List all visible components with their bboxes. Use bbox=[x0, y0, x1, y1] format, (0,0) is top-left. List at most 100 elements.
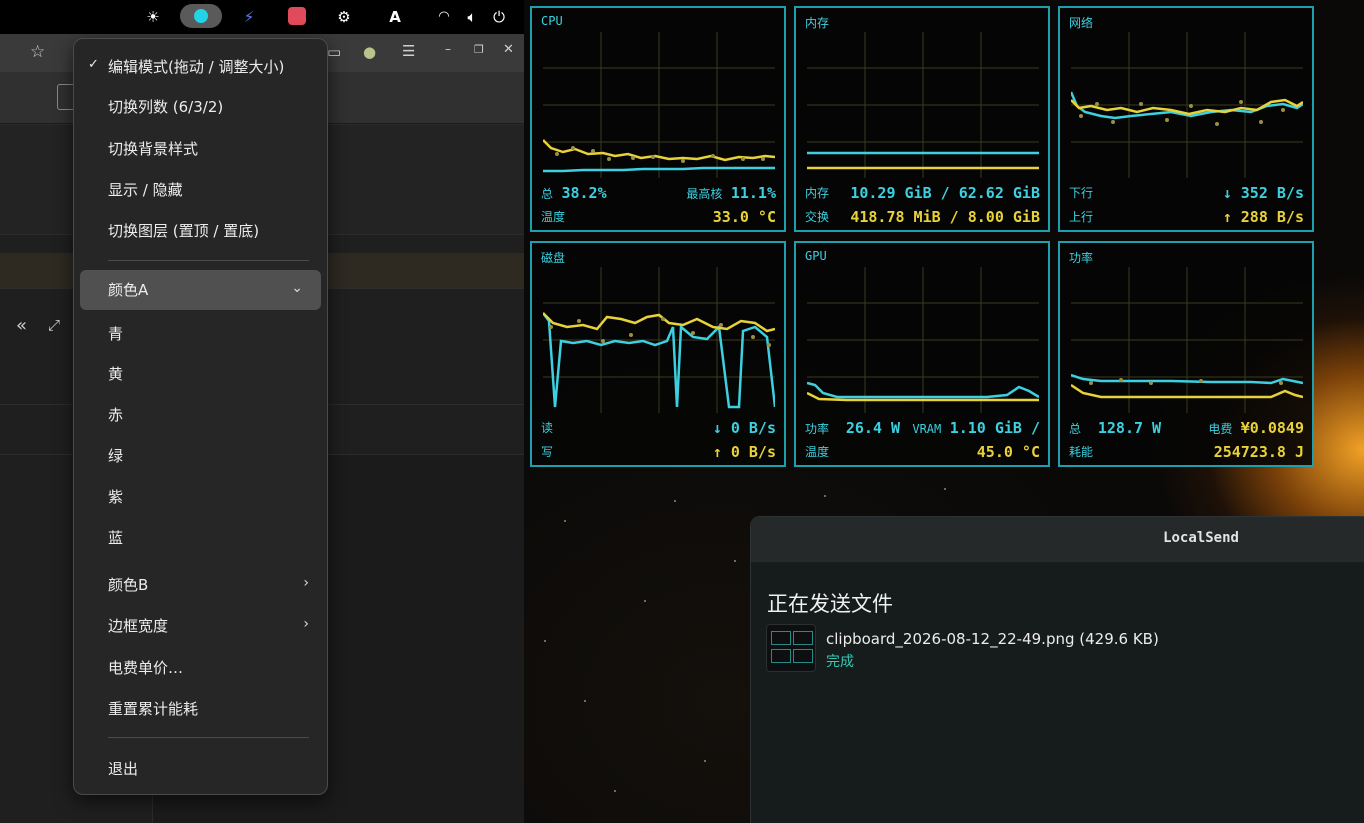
menu-item-color-a[interactable]: 颜色A ⌄ bbox=[80, 270, 321, 310]
power-energy-row: 耗能 254723.8 J bbox=[1069, 443, 1304, 463]
disk-chart bbox=[543, 267, 775, 413]
menu-item-price[interactable]: 电费单价… bbox=[108, 656, 183, 680]
chevron-down-icon: ⌄ bbox=[291, 280, 303, 296]
swap-row: 交换 418.78 MiB / 8.00 GiB bbox=[805, 208, 1040, 228]
network-panel[interactable]: 网络 下行 ↓ 352 B/s 上行 ↑ 288 B/s bbox=[1058, 6, 1314, 232]
menu-item-reset-energy[interactable]: 重置累计能耗 bbox=[108, 697, 198, 721]
collapse-left-icon[interactable]: « bbox=[16, 315, 27, 336]
cpu-panel[interactable]: CPU 总 38.2% 最高核 11.1% 温度 33.0 °C bbox=[530, 6, 786, 232]
disk-panel[interactable]: 磁盘 读 ↓ 0 B/s 写 ↑ 0 B/s bbox=[530, 241, 786, 467]
chart-grid bbox=[807, 32, 1039, 178]
power-total-value: 128.7 W bbox=[1097, 419, 1162, 437]
menu-item-quit[interactable]: 退出 bbox=[108, 757, 138, 781]
localsend-window: LocalSend 正在发送文件 clipboard_2026-08-12_22… bbox=[750, 516, 1364, 823]
menu-item-bg-style[interactable]: 切换背景样式 bbox=[108, 137, 198, 161]
power-icon[interactable]: ⏻ bbox=[488, 6, 510, 28]
menu-item-border-width[interactable]: 边框宽度 › bbox=[74, 613, 327, 639]
toggle-icon[interactable] bbox=[180, 4, 222, 28]
volume-icon[interactable]: 🔈︎ bbox=[461, 6, 483, 28]
wifi-icon[interactable]: ◠ bbox=[433, 6, 455, 28]
gpu-vram-label: VRAM bbox=[912, 422, 942, 436]
cpu-total-label: 总 bbox=[541, 187, 554, 201]
power-energy-value: 254723.8 J bbox=[1213, 443, 1304, 461]
disk-read-label: 读 bbox=[541, 421, 554, 435]
cpu-max-core-label: 最高核 bbox=[686, 187, 723, 201]
gpu-temp-row: 温度 45.0 °C bbox=[805, 443, 1040, 463]
network-up-label: 上行 bbox=[1069, 210, 1094, 224]
cpu-temp-value: 33.0 °C bbox=[712, 208, 776, 226]
network-chart bbox=[1071, 32, 1303, 178]
localsend-title: LocalSend bbox=[1163, 530, 1239, 546]
gpu-panel[interactable]: GPU 功率 26.4 W VRAM 1.10 GiB / 温度 45.0 °C bbox=[794, 241, 1050, 467]
feather-icon[interactable]: ⚡ bbox=[238, 6, 260, 28]
menu-separator bbox=[108, 260, 309, 261]
disk-write-value: ↑ 0 B/s bbox=[712, 443, 776, 461]
gpu-power-value: 26.4 W bbox=[845, 419, 901, 437]
star-icon[interactable]: ☆ bbox=[30, 42, 45, 62]
close-icon[interactable]: ✕ bbox=[503, 42, 514, 57]
disk-write-row: 写 ↑ 0 B/s bbox=[541, 443, 776, 463]
chevron-right-icon: › bbox=[303, 575, 309, 591]
menu-item-columns[interactable]: 切换列数 (6/3/2) bbox=[108, 95, 223, 119]
minimize-icon[interactable]: – bbox=[445, 42, 451, 56]
maximize-icon[interactable]: ❐ bbox=[474, 43, 484, 56]
extension-icon[interactable]: ● bbox=[363, 43, 376, 61]
submenu-item-blue[interactable]: 蓝 bbox=[108, 526, 123, 550]
file-thumbnail bbox=[766, 624, 816, 672]
disk-read-row: 读 ↓ 0 B/s bbox=[541, 419, 776, 439]
power-total-row: 总 128.7 W 电费 ¥0.0849 bbox=[1069, 419, 1304, 439]
chevron-right-icon: › bbox=[303, 616, 309, 632]
power-chart bbox=[1071, 267, 1303, 413]
memory-panel[interactable]: 内存 内存 10.29 GiB / 62.62 GiB 交换 418.78 Mi… bbox=[794, 6, 1050, 232]
disk-write-label: 写 bbox=[541, 445, 554, 459]
gpu-power-label: 功率 bbox=[805, 422, 830, 436]
power-energy-label: 耗能 bbox=[1069, 445, 1094, 459]
localsend-heading: 正在发送文件 bbox=[767, 592, 893, 616]
cpu-temp-label: 温度 bbox=[541, 210, 566, 224]
menu-item-color-b[interactable]: 颜色B › bbox=[74, 572, 327, 598]
menu-item-edit-mode[interactable]: 编辑模式(拖动 / 调整大小) bbox=[108, 55, 284, 79]
submenu-item-purple[interactable]: 紫 bbox=[108, 485, 123, 509]
memory-panel-title: 内存 bbox=[805, 16, 830, 30]
reader-icon[interactable]: ▭ bbox=[327, 43, 341, 61]
menu-item-layer[interactable]: 切换图层 (置顶 / 置底) bbox=[108, 219, 259, 243]
brightness-icon[interactable]: ☀ bbox=[142, 6, 164, 28]
file-name: clipboard_2026-08-12_22-49.png (429.6 KB… bbox=[826, 630, 1159, 648]
network-down-label: 下行 bbox=[1069, 186, 1094, 200]
network-panel-title: 网络 bbox=[1069, 16, 1094, 30]
disk-read-value: ↓ 0 B/s bbox=[712, 419, 776, 437]
hamburger-menu-icon[interactable]: ☰ bbox=[402, 42, 415, 60]
gpu-panel-title: GPU bbox=[805, 249, 827, 263]
power-cost-value: ¥0.0849 bbox=[1240, 419, 1304, 437]
expand-icon[interactable]: ⤢ bbox=[48, 316, 60, 334]
menu-item-toggle-visibility[interactable]: 显示 / 隐藏 bbox=[108, 178, 183, 202]
menu-item-color-b-label: 颜色B bbox=[108, 576, 149, 594]
submenu-item-cyan[interactable]: 青 bbox=[108, 322, 123, 346]
gpu-temp-value: 45.0 °C bbox=[976, 443, 1040, 461]
cpu-total-value: 38.2% bbox=[561, 184, 607, 202]
swap-label: 交换 bbox=[805, 210, 830, 224]
localsend-titlebar[interactable]: LocalSend bbox=[751, 517, 1364, 563]
cpu-row-total: 总 38.2% 最高核 11.1% bbox=[541, 184, 776, 204]
file-status: 完成 bbox=[826, 654, 854, 670]
memory-row: 内存 10.29 GiB / 62.62 GiB bbox=[805, 184, 1040, 204]
font-a-icon[interactable]: A bbox=[384, 6, 406, 28]
network-up-row: 上行 ↑ 288 B/s bbox=[1069, 208, 1304, 228]
power-panel-title: 功率 bbox=[1069, 251, 1094, 265]
cpu-row-temp: 温度 33.0 °C bbox=[541, 208, 776, 228]
app-red-icon[interactable] bbox=[288, 7, 306, 25]
chart-grid bbox=[807, 267, 1039, 413]
power-panel[interactable]: 功率 总 128.7 W 电费 ¥0.0849 耗能 254723.8 J bbox=[1058, 241, 1314, 467]
menu-separator bbox=[108, 737, 309, 738]
submenu-item-yellow[interactable]: 黄 bbox=[108, 362, 123, 386]
gpu-chart bbox=[807, 267, 1039, 413]
network-down-row: 下行 ↓ 352 B/s bbox=[1069, 184, 1304, 204]
submenu-item-red[interactable]: 赤 bbox=[108, 403, 123, 427]
menu-item-border-width-label: 边框宽度 bbox=[108, 617, 169, 635]
memory-value: 10.29 GiB / 62.62 GiB bbox=[850, 184, 1040, 202]
cpu-max-core-value: 11.1% bbox=[730, 184, 776, 202]
submenu-item-green[interactable]: 绿 bbox=[108, 444, 123, 468]
steam-icon[interactable]: ⚙ bbox=[333, 6, 355, 28]
context-menu: ✓ 编辑模式(拖动 / 调整大小) 切换列数 (6/3/2) 切换背景样式 显示… bbox=[73, 38, 328, 795]
memory-label: 内存 bbox=[805, 186, 830, 200]
